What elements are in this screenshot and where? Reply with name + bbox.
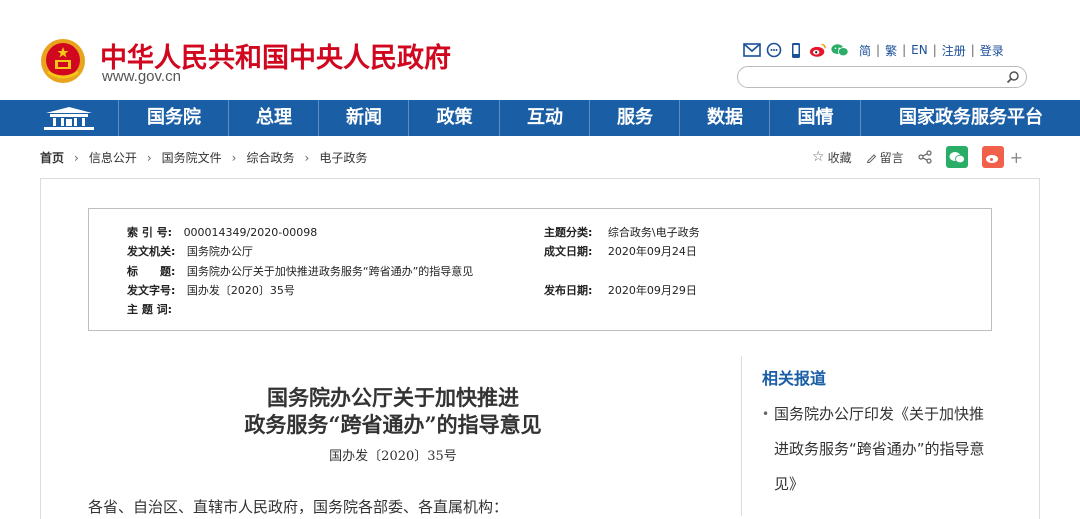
doc-number-value: 国办发〔2020〕35号 (186, 284, 295, 297)
chat-bubble-icon[interactable] (765, 42, 783, 58)
mobile-icon[interactable] (787, 42, 805, 58)
comment-button[interactable]: 留言 (866, 149, 904, 166)
title-value: 国务院办公厅关于加快推进政务服务“跨省通办”的指导意见 (186, 265, 474, 278)
breadcrumb: 首页 › 信息公开 › 国务院文件 › 综合政务 › 电子政务 (40, 149, 367, 166)
comment-label: 留言 (879, 150, 904, 165)
lang-traditional-link[interactable]: 繁 (885, 42, 897, 59)
lang-english-link[interactable]: EN (911, 43, 928, 57)
nav-item-policy[interactable]: 政策 (408, 100, 500, 136)
share-icon[interactable] (917, 150, 932, 164)
sidebar-divider (741, 356, 742, 516)
wechat-share-icon[interactable] (945, 146, 968, 168)
chevron-right-icon: › (304, 150, 310, 165)
star-icon: ☆ (812, 149, 825, 165)
nav-item-news[interactable]: 新闻 (318, 100, 409, 136)
chevron-right-icon: › (74, 150, 79, 165)
wechat-icon[interactable] (831, 42, 849, 58)
nav-item-premier[interactable]: 总理 (228, 100, 319, 136)
header-tools: 简 | 繁 | EN | 注册 | 登录 (743, 40, 1004, 60)
published-date-label: 发布日期: (544, 284, 593, 297)
topic-value: 综合政务\电子政务 (607, 226, 700, 239)
nav-item-services[interactable]: 服务 (589, 100, 680, 136)
language-links: 简 | 繁 | EN | 注册 | 登录 (859, 42, 1004, 59)
site-header: 中华人民共和国中央人民政府 www.gov.cn 简 | 繁 | EN | 注册… (0, 0, 1080, 100)
index-label: 索 引 号: (127, 226, 173, 239)
bullet-icon: • (762, 407, 770, 421)
main-nav: 国务院 总理 新闻 政策 互动 服务 数据 国情 国家政务服务平台 (0, 100, 1080, 136)
related-report-text[interactable]: 国务院办公厅印发《关于加快推进政务服务“跨省通办”的指导意见》 (762, 397, 992, 502)
login-link[interactable]: 登录 (980, 42, 1004, 59)
breadcrumb-e-government[interactable]: 电子政务 (319, 149, 367, 166)
share-bar: ☆ 收藏 留言 + (812, 146, 1023, 168)
breadcrumb-home[interactable]: 首页 (40, 149, 64, 166)
search-input[interactable] (737, 66, 1027, 88)
more-share-icon[interactable]: + (1010, 148, 1023, 167)
weibo-icon[interactable] (809, 42, 827, 58)
favorite-button[interactable]: ☆ 收藏 (812, 149, 852, 166)
site-domain: www.gov.cn (102, 68, 181, 85)
nav-item-interaction[interactable]: 互动 (499, 100, 590, 136)
pencil-icon (866, 153, 876, 163)
keywords-label: 主 题 词: (127, 303, 173, 316)
topic-label: 主题分类: (544, 226, 593, 239)
written-date-label: 成文日期: (544, 245, 593, 258)
national-emblem-icon[interactable] (40, 38, 86, 84)
document-title: 国务院办公厅关于加快推进 政务服务“跨省通办”的指导意见 (88, 384, 698, 438)
chevron-right-icon: › (146, 150, 152, 165)
mail-icon[interactable] (743, 42, 761, 58)
breadcrumb-general-affairs[interactable]: 综合政务 (246, 149, 294, 166)
related-reports-heading: 相关报道 (762, 369, 827, 388)
register-link[interactable]: 注册 (942, 42, 966, 59)
breadcrumb-state-council-docs[interactable]: 国务院文件 (162, 149, 222, 166)
nav-item-gov-service-platform[interactable]: 国家政务服务平台 (860, 100, 1080, 136)
document-metadata-table: 索 引 号: 000014349/2020-00098 主题分类: 综合政务\电… (88, 208, 992, 331)
search-icon[interactable] (1006, 70, 1020, 84)
published-date-value: 2020年09月29日 (607, 284, 697, 297)
lang-simplified-link[interactable]: 简 (859, 42, 871, 59)
document-number: 国办发〔2020〕35号 (329, 449, 457, 464)
weibo-share-icon[interactable] (981, 146, 1004, 168)
nav-item-national-info[interactable]: 国情 (769, 100, 861, 136)
doc-number-label: 发文字号: (127, 284, 176, 297)
issuer-label: 发文机关: (127, 245, 176, 258)
document-title-line-1: 国务院办公厅关于加快推进 (267, 385, 519, 410)
nav-item-data[interactable]: 数据 (679, 100, 770, 136)
issuer-value: 国务院办公厅 (186, 245, 253, 258)
chevron-right-icon: › (231, 150, 237, 165)
written-date-value: 2020年09月24日 (607, 245, 697, 258)
nav-item-state-council[interactable]: 国务院 (118, 100, 229, 136)
breadcrumb-info-disclosure[interactable]: 信息公开 (89, 149, 137, 166)
index-value: 000014349/2020-00098 (183, 226, 318, 239)
favorite-label: 收藏 (827, 150, 852, 165)
title-label: 标 题: (127, 265, 176, 278)
home-icon[interactable] (40, 105, 98, 131)
related-report-link[interactable]: • 国务院办公厅印发《关于加快推进政务服务“跨省通办”的指导意见》 (762, 397, 992, 502)
document-title-line-2: 政务服务“跨省通办”的指导意见 (244, 412, 542, 437)
